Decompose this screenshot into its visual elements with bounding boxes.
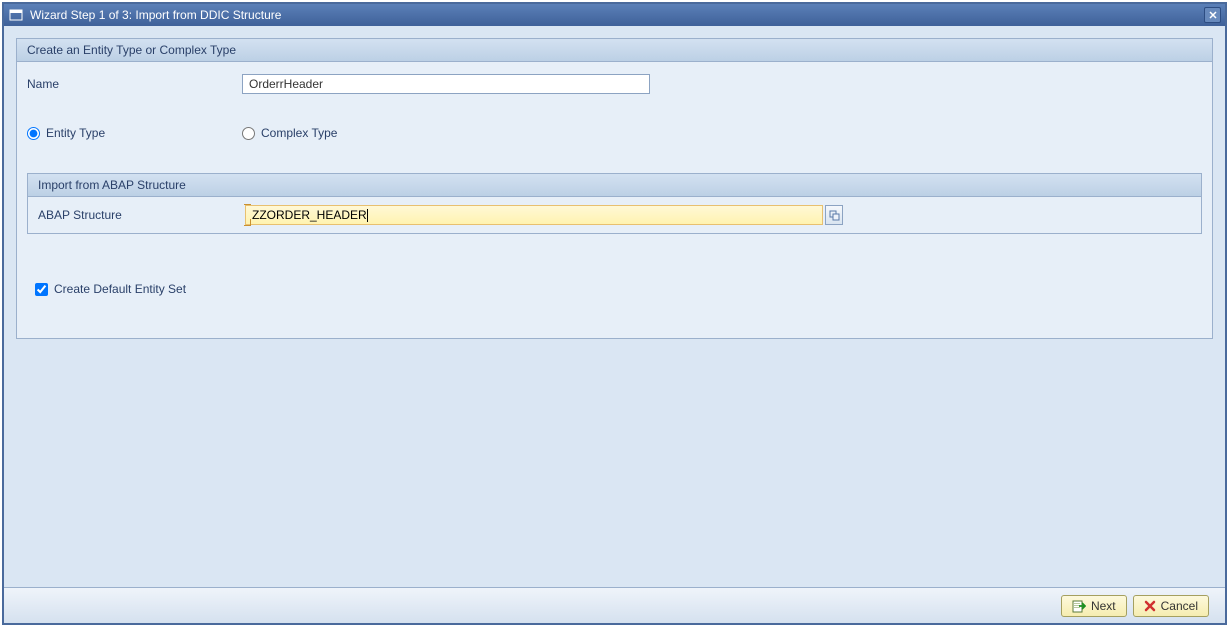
create-default-entity-set-row[interactable]: Create Default Entity Set xyxy=(27,234,1202,306)
entity-type-radio[interactable] xyxy=(27,127,40,140)
window-icon xyxy=(8,7,24,23)
entity-type-header: Create an Entity Type or Complex Type xyxy=(17,39,1212,62)
cancel-button-label: Cancel xyxy=(1161,599,1198,613)
window-close-button[interactable] xyxy=(1204,7,1221,23)
entity-type-radio-group[interactable]: Entity Type xyxy=(27,126,242,140)
entity-type-groupbox: Create an Entity Type or Complex Type Na… xyxy=(16,38,1213,339)
abap-structure-header: Import from ABAP Structure xyxy=(28,174,1201,197)
value-help-button[interactable] xyxy=(825,205,843,225)
cancel-icon xyxy=(1144,600,1156,612)
name-label: Name xyxy=(27,77,242,91)
abap-structure-label: ABAP Structure xyxy=(38,208,245,222)
abap-structure-groupbox: Import from ABAP Structure ABAP Structur… xyxy=(27,173,1202,234)
complex-type-radio[interactable] xyxy=(242,127,255,140)
complex-type-radio-label: Complex Type xyxy=(261,126,337,140)
window-titlebar: Wizard Step 1 of 3: Import from DDIC Str… xyxy=(4,4,1225,26)
next-button[interactable]: Next xyxy=(1061,595,1127,617)
next-button-label: Next xyxy=(1091,599,1116,613)
bottom-toolbar: Next Cancel xyxy=(4,587,1225,623)
name-input[interactable] xyxy=(242,74,650,94)
entity-type-radio-label: Entity Type xyxy=(46,126,105,140)
abap-structure-value: ZZORDER_HEADER xyxy=(252,208,367,222)
cancel-button[interactable]: Cancel xyxy=(1133,595,1209,617)
value-help-icon xyxy=(829,210,840,221)
create-default-entity-set-label: Create Default Entity Set xyxy=(54,282,186,296)
next-icon xyxy=(1072,599,1086,613)
window-title: Wizard Step 1 of 3: Import from DDIC Str… xyxy=(30,8,1204,22)
complex-type-radio-group[interactable]: Complex Type xyxy=(242,126,337,140)
create-default-entity-set-checkbox[interactable] xyxy=(35,283,48,296)
abap-structure-input[interactable]: ZZORDER_HEADER xyxy=(245,205,823,225)
